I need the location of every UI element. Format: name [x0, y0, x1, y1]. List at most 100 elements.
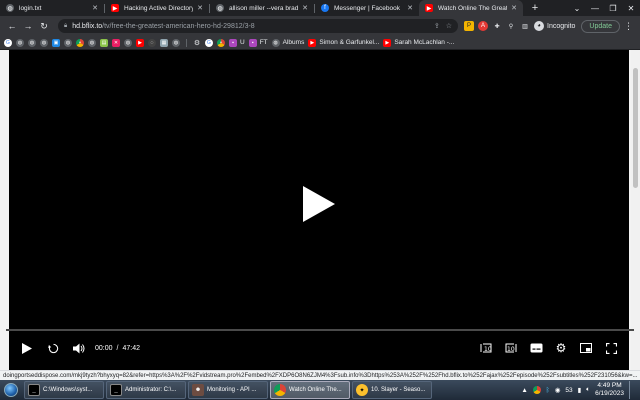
bookmark-label: U [240, 39, 245, 46]
progress-bar[interactable] [6, 329, 634, 331]
bookmark-globe[interactable]: ◍ [88, 38, 96, 47]
task-label: C:\Windows\syst... [43, 387, 93, 393]
bookmark-u[interactable]: ▪ U [229, 38, 245, 47]
puzzle-icon[interactable]: ✚ [492, 21, 502, 31]
globe-icon: ◍ [271, 38, 280, 47]
volume-icon[interactable] [69, 338, 89, 358]
bookmark-youtube[interactable]: ▶ [136, 38, 144, 47]
subtitles-icon[interactable] [526, 338, 546, 358]
network-icon[interactable]: ▮ [578, 386, 582, 394]
bookmark-app[interactable]: ▣ [52, 38, 60, 47]
update-button[interactable]: Update [581, 19, 620, 33]
new-tab-button[interactable]: + [527, 0, 543, 16]
globe-icon: ◍ [172, 38, 180, 47]
gear-icon[interactable]: ⚙ [551, 338, 571, 358]
clock-time: 4:49 PM [597, 382, 622, 389]
bookmark-google[interactable]: G [4, 38, 12, 47]
show-desktop-button[interactable] [629, 381, 634, 399]
tab-watch-online[interactable]: ▶ Watch Online The Greatest ✕ [419, 0, 523, 16]
task-label: Monitoring - API ... [207, 387, 257, 393]
url-host: hd.bflix.to [72, 22, 103, 30]
back-icon[interactable]: ← [4, 18, 20, 34]
ft-icon: ▪ [248, 38, 257, 47]
close-icon[interactable]: ✕ [407, 4, 413, 12]
clock[interactable]: 4:49 PM 6/19/2023 [595, 382, 624, 398]
replay-icon[interactable] [43, 338, 63, 358]
bookmark-circle[interactable]: ◌ [148, 38, 156, 47]
image-icon: ▦ [160, 38, 168, 47]
close-icon[interactable]: ✕ [92, 4, 98, 12]
chrome-icon: • [217, 38, 225, 47]
bookmark-sarah[interactable]: ▶ Sarah McLachlan -... [383, 38, 454, 47]
tab-messenger[interactable]: f Messenger | Facebook ✕ [315, 0, 419, 16]
star-icon[interactable]: ☆ [446, 22, 452, 30]
page-scrollbar[interactable] [631, 50, 640, 370]
play-icon[interactable] [17, 338, 37, 358]
bluetooth-icon[interactable]: ᛒ [546, 387, 550, 394]
bookmark-chrome[interactable]: • [217, 38, 225, 47]
tab-allison[interactable]: ◍ allison miller --vera bradley ✕ [210, 0, 314, 16]
tab-login[interactable]: ◍ login.txt ✕ [0, 0, 104, 16]
tab-search-icon[interactable]: ⌄ [568, 0, 586, 16]
globe-icon: ◍ [124, 38, 132, 47]
start-button[interactable] [0, 380, 22, 400]
forward-10-icon[interactable]: 10 [501, 338, 521, 358]
taskbar-item-slayer[interactable]: ✦ 10. Slayer - Seaso... [352, 381, 432, 399]
bookmark-albums[interactable]: ◍ Albums [271, 38, 304, 47]
bookmark-globe[interactable]: ◍ [64, 38, 72, 47]
chrome-tray-icon[interactable] [532, 386, 541, 394]
taskbar-item-monitoring[interactable]: ☻ Monitoring - API ... [188, 381, 268, 399]
browser-toolbar: ← → ↻ 🔒︎ hd.bflix.to /tv/free-the-greate… [0, 16, 640, 36]
time-display: 00:00 / 47:42 [95, 345, 140, 352]
forward-icon[interactable]: → [20, 18, 36, 34]
bookmark-globe[interactable]: ◍ [28, 38, 36, 47]
current-time: 00:00 [95, 344, 113, 352]
task-label: Administrator: C:\... [125, 387, 177, 393]
bookmark-chrome[interactable]: • [76, 38, 84, 47]
tab-title: Messenger | Facebook [334, 4, 400, 12]
taskbar-item-admin[interactable]: _ Administrator: C:\... [106, 381, 186, 399]
steam-icon[interactable]: ◉ [555, 386, 561, 394]
bookmark-globe[interactable]: ◍ [16, 38, 24, 47]
bookmark-label: Simon & Garfunkel... [319, 39, 380, 46]
close-icon[interactable]: ✕ [197, 4, 203, 12]
bookmark-settings[interactable]: ⚙ [193, 39, 201, 47]
maximize-icon[interactable]: ❐ [604, 0, 622, 16]
address-bar[interactable]: 🔒︎ hd.bflix.to /tv/free-the-greatest-ame… [58, 19, 458, 33]
close-icon[interactable]: ✕ [511, 4, 517, 12]
scrollbar-thumb[interactable] [633, 68, 638, 188]
pip-icon[interactable] [576, 338, 596, 358]
big-play-icon[interactable] [301, 184, 337, 224]
bookmark-sheet[interactable]: ▤ [100, 38, 108, 47]
bookmark-globe[interactable]: ◍ [124, 38, 132, 47]
minimize-icon[interactable]: — [586, 0, 604, 16]
bookmark-image[interactable]: ▦ [160, 38, 168, 47]
facebook-icon: f [321, 4, 329, 12]
bookmark-simon[interactable]: ▶ Simon & Garfunkel... [308, 38, 380, 47]
menu-icon[interactable]: ⋮ [624, 21, 633, 32]
bookmark-x[interactable]: ✕ [112, 38, 120, 47]
adblock-icon[interactable]: A [478, 21, 488, 31]
fullscreen-icon[interactable] [601, 338, 621, 358]
chrome-icon [274, 384, 286, 396]
reload-icon[interactable]: ↻ [36, 18, 52, 34]
pin-icon[interactable]: ⚲ [506, 21, 516, 31]
taskbar-item-chrome[interactable]: Watch Online The... [270, 381, 350, 399]
taskbar-item-cmd[interactable]: _ C:\Windows\syst... [24, 381, 104, 399]
volume-tray-icon[interactable]: 🔈︎ [586, 386, 590, 394]
sheet-icon: ▤ [100, 38, 108, 47]
side-panel-icon[interactable]: ▥ [520, 21, 530, 31]
tab-hacking-ad[interactable]: ▶ Hacking Active Directory 10... ✕ [105, 0, 209, 16]
close-icon[interactable]: ✕ [302, 4, 308, 12]
tray-arrow-icon[interactable]: ▲ [521, 387, 527, 394]
bookmark-google[interactable]: G [205, 38, 213, 47]
bookmark-globe[interactable]: ◍ [40, 38, 48, 47]
share-icon[interactable]: ⇪ [434, 22, 440, 30]
bookmark-ft[interactable]: ▪ FT [248, 38, 268, 47]
bookmark-globe[interactable]: ◍ [172, 38, 180, 47]
close-window-icon[interactable]: ✕ [622, 0, 640, 16]
incognito-indicator[interactable]: ◕ Incognito [534, 21, 575, 31]
rewind-10-icon[interactable]: 10 [476, 338, 496, 358]
extension-icon[interactable]: P [464, 21, 474, 31]
circle-icon: ◌ [148, 38, 156, 47]
